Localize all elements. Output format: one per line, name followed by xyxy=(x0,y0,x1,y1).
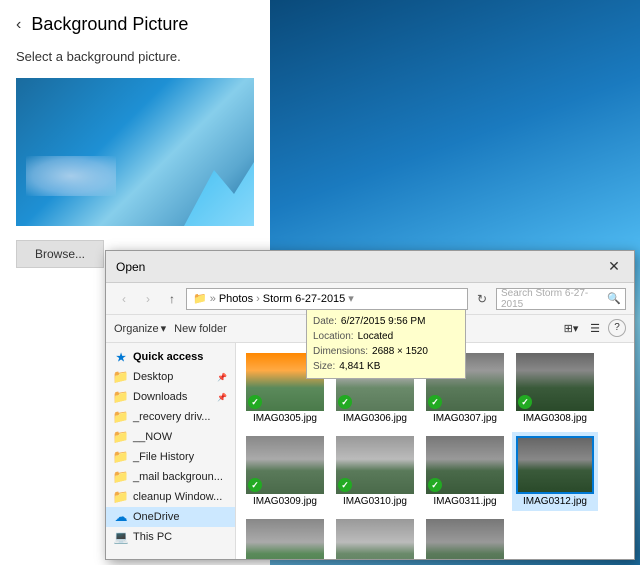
sidebar-label-quick-access: Quick access xyxy=(133,351,203,363)
nav-forward-button[interactable]: › xyxy=(138,289,158,309)
folder-icon-history: 📁 xyxy=(114,450,128,464)
nav-up-button[interactable]: ↑ xyxy=(162,289,182,309)
file-grid: ✓ IMAG0305.jpg ✓ IMAG0306.jpg ✓ IMAG0307.jpg ✓… xyxy=(242,349,628,559)
sidebar-label-cleanup: cleanup Window... xyxy=(133,491,222,503)
folder-icon-desktop: 📁 xyxy=(114,370,128,384)
view-controls: ⊞▾ ☰ ? xyxy=(560,319,626,339)
file-item-0310[interactable]: ✓ IMAG0310.jpg xyxy=(332,432,418,511)
file-item-0309[interactable]: ✓ IMAG0309.jpg xyxy=(242,432,328,511)
sidebar-item-thispc[interactable]: 💻 This PC xyxy=(106,527,235,547)
sidebar-item-file-history[interactable]: 📁 _File History xyxy=(106,447,235,467)
search-icon: 🔍 xyxy=(607,292,621,305)
open-dialog: Open ✕ ‹ › ↑ 📁 » Photos › Storm 6-27-201… xyxy=(105,250,635,560)
file-name-0311: IMAG0311.jpg xyxy=(433,496,496,507)
view-details-button[interactable]: ☰ xyxy=(584,319,606,339)
folder-icon-now: 📁 xyxy=(114,430,128,444)
nav-back-button[interactable]: ‹ xyxy=(114,289,134,309)
file-tooltip: Date:6/27/2015 9:56 PM Location:Located … xyxy=(306,343,466,379)
breadcrumb-photos[interactable]: Photos xyxy=(219,293,253,305)
settings-subtitle: Select a background picture. xyxy=(0,49,270,78)
folder-icon-recovery: 📁 xyxy=(114,410,128,424)
folder-icon-downloads: 📁 xyxy=(114,390,128,404)
dialog-titlebar: Open ✕ xyxy=(106,251,634,283)
refresh-button[interactable]: ↻ xyxy=(472,289,492,309)
folder-icon-cleanup: 📁 xyxy=(114,490,128,504)
view-extra-button[interactable]: ⊞▾ xyxy=(560,319,582,339)
sidebar-item-cleanup[interactable]: 📁 cleanup Window... xyxy=(106,487,235,507)
browse-button[interactable]: Browse... xyxy=(16,240,104,268)
sidebar-label-history: _File History xyxy=(133,451,194,463)
check-badge-0305: ✓ xyxy=(248,395,262,409)
file-thumb-0314: ✓ xyxy=(336,519,414,559)
file-thumb-0312 xyxy=(516,436,594,494)
file-thumb-0315: ✓ xyxy=(426,519,504,559)
onedrive-icon: ☁ xyxy=(114,510,128,524)
sidebar-item-onedrive[interactable]: ☁ OneDrive xyxy=(106,507,235,527)
background-preview xyxy=(16,78,254,226)
sidebar-label-now: __NOW xyxy=(133,431,172,443)
file-name-0308: IMAG0308.jpg xyxy=(523,413,587,424)
help-button[interactable]: ? xyxy=(608,319,626,337)
file-thumb-0310: ✓ xyxy=(336,436,414,494)
file-item-0315[interactable]: ✓IMAG0315.jpg xyxy=(422,515,508,559)
sidebar-item-now[interactable]: 📁 __NOW xyxy=(106,427,235,447)
search-bar[interactable]: Search Storm 6-27-2015 🔍 xyxy=(496,288,626,310)
folder-icon-mail: 📁 xyxy=(114,470,128,484)
pin-icon-desktop: 📌 xyxy=(217,373,227,382)
pc-icon: 💻 xyxy=(114,530,128,544)
check-badge-0306: ✓ xyxy=(338,395,352,409)
check-badge-0311: ✓ xyxy=(428,478,442,492)
file-area: ✓ IMAG0305.jpg ✓ IMAG0306.jpg ✓ IMAG0307.jpg ✓… xyxy=(236,343,634,559)
new-folder-button[interactable]: New folder xyxy=(174,323,227,335)
sidebar-label-desktop: Desktop xyxy=(133,371,173,383)
file-thumb-0313: ✓ xyxy=(246,519,324,559)
breadcrumb[interactable]: 📁 » Photos › Storm 6-27-2015 ▾ xyxy=(186,288,468,310)
file-name-0305: IMAG0305.jpg xyxy=(253,413,317,424)
file-name-0306: IMAG0306.jpg xyxy=(343,413,407,424)
breadcrumb-storm[interactable]: Storm 6-27-2015 xyxy=(263,293,346,305)
file-item-0308[interactable]: ✓ IMAG0308.jpg xyxy=(512,349,598,428)
settings-header: ‹ Background Picture xyxy=(0,0,270,49)
sidebar-label-recovery: _recovery driv... xyxy=(133,411,210,423)
sidebar-label-downloads: Downloads xyxy=(133,391,187,403)
sidebar-item-downloads[interactable]: 📁 Downloads 📌 xyxy=(106,387,235,407)
organize-chevron: ▾ xyxy=(161,322,167,335)
file-name-0309: IMAG0309.jpg xyxy=(253,496,317,507)
sidebar-label-mail: _mail backgroun... xyxy=(133,471,223,483)
back-button[interactable]: ‹ xyxy=(16,16,21,34)
sidebar-item-desktop[interactable]: 📁 Desktop 📌 xyxy=(106,367,235,387)
check-badge-0310: ✓ xyxy=(338,478,352,492)
check-badge-0307: ✓ xyxy=(428,395,442,409)
preview-clouds xyxy=(26,156,116,196)
sidebar-item-mail-bg[interactable]: 📁 _mail backgroun... xyxy=(106,467,235,487)
file-item-0311[interactable]: ✓ IMAG0311.jpg xyxy=(422,432,508,511)
sidebar-label-thispc: This PC xyxy=(133,531,172,543)
sidebar-item-recovery[interactable]: 📁 _recovery driv... xyxy=(106,407,235,427)
search-placeholder: Search Storm 6-27-2015 xyxy=(501,288,603,310)
sidebar-label-onedrive: OneDrive xyxy=(133,511,179,523)
file-name-0307: IMAG0307.jpg xyxy=(433,413,497,424)
breadcrumb-icon: 📁 xyxy=(193,292,207,305)
nav-sidebar: ★ Quick access 📁 Desktop 📌 📁 Downloads 📌… xyxy=(106,343,236,559)
file-thumb-0308: ✓ xyxy=(516,353,594,411)
check-badge-0308: ✓ xyxy=(518,395,532,409)
dialog-close-button[interactable]: ✕ xyxy=(604,257,624,277)
dialog-title: Open xyxy=(116,260,145,274)
file-thumb-0309: ✓ xyxy=(246,436,324,494)
file-item-0313[interactable]: ✓IMAG0313.jpg xyxy=(242,515,328,559)
file-item-0312[interactable]: IMAG0312.jpg xyxy=(512,432,598,511)
file-name-0310: IMAG0310.jpg xyxy=(343,496,407,507)
sidebar-item-quick-access[interactable]: ★ Quick access xyxy=(106,347,235,367)
check-badge-0309: ✓ xyxy=(248,478,262,492)
settings-title: Background Picture xyxy=(31,14,188,35)
file-name-0312: IMAG0312.jpg xyxy=(523,496,587,507)
dialog-content: ★ Quick access 📁 Desktop 📌 📁 Downloads 📌… xyxy=(106,343,634,559)
star-icon: ★ xyxy=(114,350,128,364)
file-thumb-0311: ✓ xyxy=(426,436,504,494)
file-item-0314[interactable]: ✓IMAG0314.jpg xyxy=(332,515,418,559)
pin-icon-downloads: 📌 xyxy=(217,393,227,402)
organize-button[interactable]: Organize ▾ xyxy=(114,322,166,335)
